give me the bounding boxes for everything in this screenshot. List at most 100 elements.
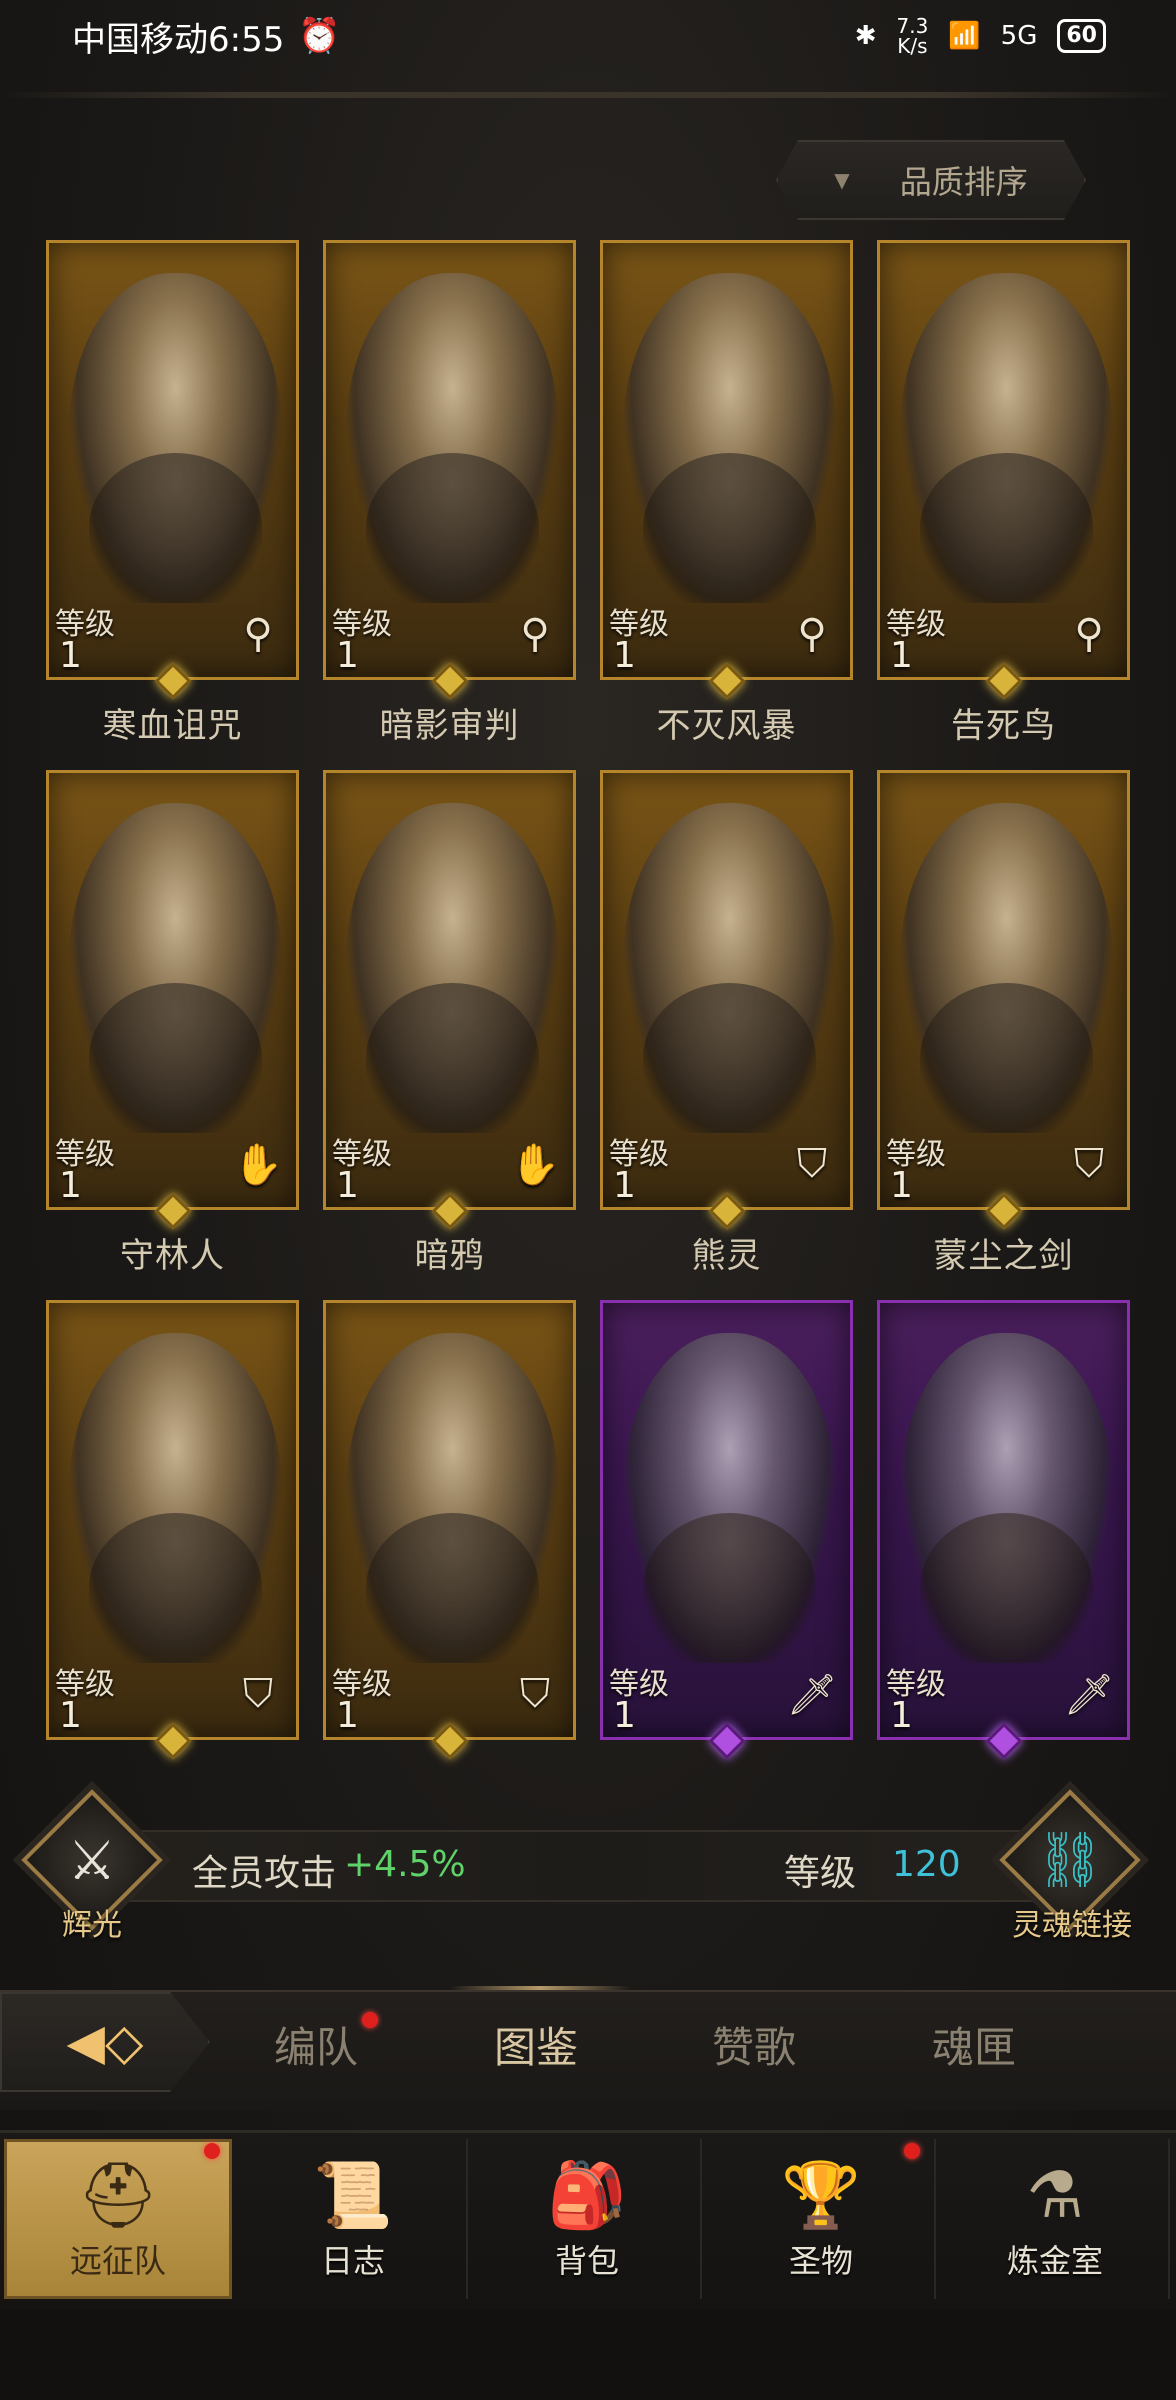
hero-name: 蒙尘之剑 xyxy=(933,1236,1074,1276)
carrier-time: 中国移动6:55 xyxy=(72,19,285,60)
hand-icon: ✋ xyxy=(510,1141,560,1188)
level-value: 1 xyxy=(890,1165,913,1206)
sword-icon: 🗡 xyxy=(786,1671,838,1718)
level-value: 1 xyxy=(613,1695,636,1736)
hero-card-frame: 等级 1 ⚲ xyxy=(600,240,853,680)
bottom-nav: ⛑ 远征队 📜 日志 🎒 背包 🏆 圣物 ⚗ 炼金室 xyxy=(0,2130,1176,2310)
staff-icon: ⚲ xyxy=(243,611,273,657)
hero-card[interactable]: 等级 1 🗡 xyxy=(877,1300,1130,1830)
triangle-down-icon: ▼ xyxy=(834,168,850,192)
back-button[interactable]: ◀◇ xyxy=(0,1992,210,2092)
bluetooth-icon: ✱ xyxy=(854,21,877,51)
screen: 中国移动6:55 ⏰ ✱ 7.3 K/s 📶 5G 60 ▼ 品质排序 等级 1… xyxy=(0,0,1176,2400)
hero-card[interactable]: 等级 1 ⚲ 告死鸟 xyxy=(877,240,1130,770)
team-attack-label: 全员攻击 xyxy=(192,1853,337,1894)
nav-label: 日志 xyxy=(320,2242,385,2280)
tab-hymn[interactable]: 赞歌 xyxy=(712,2014,796,2075)
network-type: 5G xyxy=(1000,21,1038,51)
glory-label: 辉光 xyxy=(62,1908,122,1943)
hero-card-frame: 等级 1 ⛉ xyxy=(323,1300,576,1740)
hero-portrait xyxy=(69,803,282,1133)
nav-label: 圣物 xyxy=(788,2242,853,2280)
hero-portrait xyxy=(346,803,559,1133)
level-value: 1 xyxy=(613,1165,636,1206)
hero-card-frame: 等级 1 ⛉ xyxy=(600,770,853,1210)
hero-name: 不灭风暴 xyxy=(656,706,797,746)
hero-card[interactable]: 等级 1 ⚲ 不灭风暴 xyxy=(600,240,853,770)
alarm-clock-icon: ⏰ xyxy=(298,16,341,56)
level-value: 1 xyxy=(59,1165,82,1206)
hero-card-frame: 等级 1 🗡 xyxy=(600,1300,853,1740)
hero-portrait xyxy=(900,273,1113,603)
net-speed-value: 7.3 xyxy=(896,14,929,38)
nav-bag[interactable]: 🎒 背包 xyxy=(474,2139,702,2299)
level-value: 1 xyxy=(59,1695,82,1736)
hero-card-frame: 等级 1 ✋ xyxy=(46,770,299,1210)
tab-formation[interactable]: 编队 xyxy=(274,2014,358,2075)
arrow-left-icon: ◀◇ xyxy=(66,2013,144,2071)
hero-name: 熊灵 xyxy=(691,1236,762,1276)
hero-card[interactable]: 等级 1 ⚲ 寒血诅咒 xyxy=(46,240,299,770)
level-value: 1 xyxy=(890,635,913,676)
team-level-label: 等级 xyxy=(784,1853,857,1894)
sort-label: 品质排序 xyxy=(899,163,1028,201)
hero-card[interactable]: 等级 1 ⛉ xyxy=(46,1300,299,1830)
sword-icon: 🗡 xyxy=(1063,1671,1115,1718)
chalice-icon: 🏆 xyxy=(781,2159,861,2233)
hero-name: 告死鸟 xyxy=(951,706,1056,746)
hero-grid: 等级 1 ⚲ 寒血诅咒 等级 1 ⚲ 暗影审判 等级 1 ⚲ 不灭风暴 等级 1… xyxy=(46,240,1136,1830)
hero-portrait xyxy=(623,803,836,1133)
shield-icon: ⛉ xyxy=(1074,1141,1104,1187)
hero-card[interactable]: 等级 1 ✋ 暗鸦 xyxy=(323,770,576,1300)
team-stats-bar: ⚔ 辉光 全员攻击 +4.5% 等级 120 ⛓ 灵魂链接 xyxy=(0,1789,1176,1943)
hero-card[interactable]: 等级 1 ⛉ 熊灵 xyxy=(600,770,853,1300)
hero-name: 暗鸦 xyxy=(414,1236,485,1276)
team-attack-value: +4.5% xyxy=(344,1844,466,1885)
soul-link-label: 灵魂链接 xyxy=(1012,1908,1132,1943)
net-speed: 7.3 K/s xyxy=(896,16,928,56)
hero-name: 寒血诅咒 xyxy=(102,706,243,746)
sub-tab-bar: ◀◇ 编队 图鉴 赞歌 魂匣 xyxy=(0,1986,1176,2110)
notification-dot xyxy=(362,2012,378,2028)
hero-card[interactable]: 等级 1 ⚲ 暗影审判 xyxy=(323,240,576,770)
quality-sort-button[interactable]: ▼ 品质排序 xyxy=(776,140,1086,220)
tab-codex[interactable]: 图鉴 xyxy=(494,2014,578,2075)
notification-dot xyxy=(204,2143,220,2159)
hero-portrait xyxy=(346,1333,559,1663)
net-speed-unit: K/s xyxy=(897,34,928,58)
nav-journal[interactable]: 📜 日志 xyxy=(240,2139,468,2299)
notification-dot xyxy=(904,2143,920,2159)
hero-card-frame: 等级 1 ⚲ xyxy=(323,240,576,680)
nav-expedition[interactable]: ⛑ 远征队 xyxy=(4,2139,232,2299)
hero-card-frame: 等级 1 🗡 xyxy=(877,1300,1130,1740)
level-value: 1 xyxy=(336,1165,359,1206)
shield-icon: ⛉ xyxy=(243,1671,273,1717)
hero-card[interactable]: 等级 1 🗡 xyxy=(600,1300,853,1830)
hero-portrait xyxy=(623,273,836,603)
level-value: 1 xyxy=(336,1695,359,1736)
nav-label: 远征队 xyxy=(69,2242,166,2280)
top-divider xyxy=(0,92,1176,98)
bottom-fill xyxy=(0,2310,1176,2400)
level-value: 1 xyxy=(613,635,636,676)
nav-label: 背包 xyxy=(554,2242,619,2280)
hero-portrait xyxy=(900,803,1113,1133)
level-value: 1 xyxy=(890,1695,913,1736)
nav-label: 炼金室 xyxy=(1006,2242,1103,2280)
tab-soul-box[interactable]: 魂匣 xyxy=(932,2014,1016,2075)
staff-icon: ⚲ xyxy=(1074,611,1104,657)
staff-icon: ⚲ xyxy=(797,611,827,657)
link-icon: ⛓ xyxy=(1035,1828,1105,1891)
nav-relics[interactable]: 🏆 圣物 xyxy=(708,2139,936,2299)
hero-card[interactable]: 等级 1 ⛉ xyxy=(323,1300,576,1830)
hero-name: 暗影审判 xyxy=(379,706,520,746)
hero-card[interactable]: 等级 1 ⛉ 蒙尘之剑 xyxy=(877,770,1130,1300)
wifi-icon: 📶 xyxy=(948,21,981,51)
nav-alchemy[interactable]: ⚗ 炼金室 xyxy=(942,2139,1170,2299)
viking-helmet-icon: ⛑ xyxy=(77,2159,159,2233)
hero-card[interactable]: 等级 1 ✋ 守林人 xyxy=(46,770,299,1300)
bag-icon: 🎒 xyxy=(547,2159,627,2233)
hero-card-frame: 等级 1 ⚲ xyxy=(877,240,1130,680)
sword-emblem-icon: ⚔ xyxy=(67,1828,117,1892)
team-level-value: 120 xyxy=(892,1844,961,1885)
